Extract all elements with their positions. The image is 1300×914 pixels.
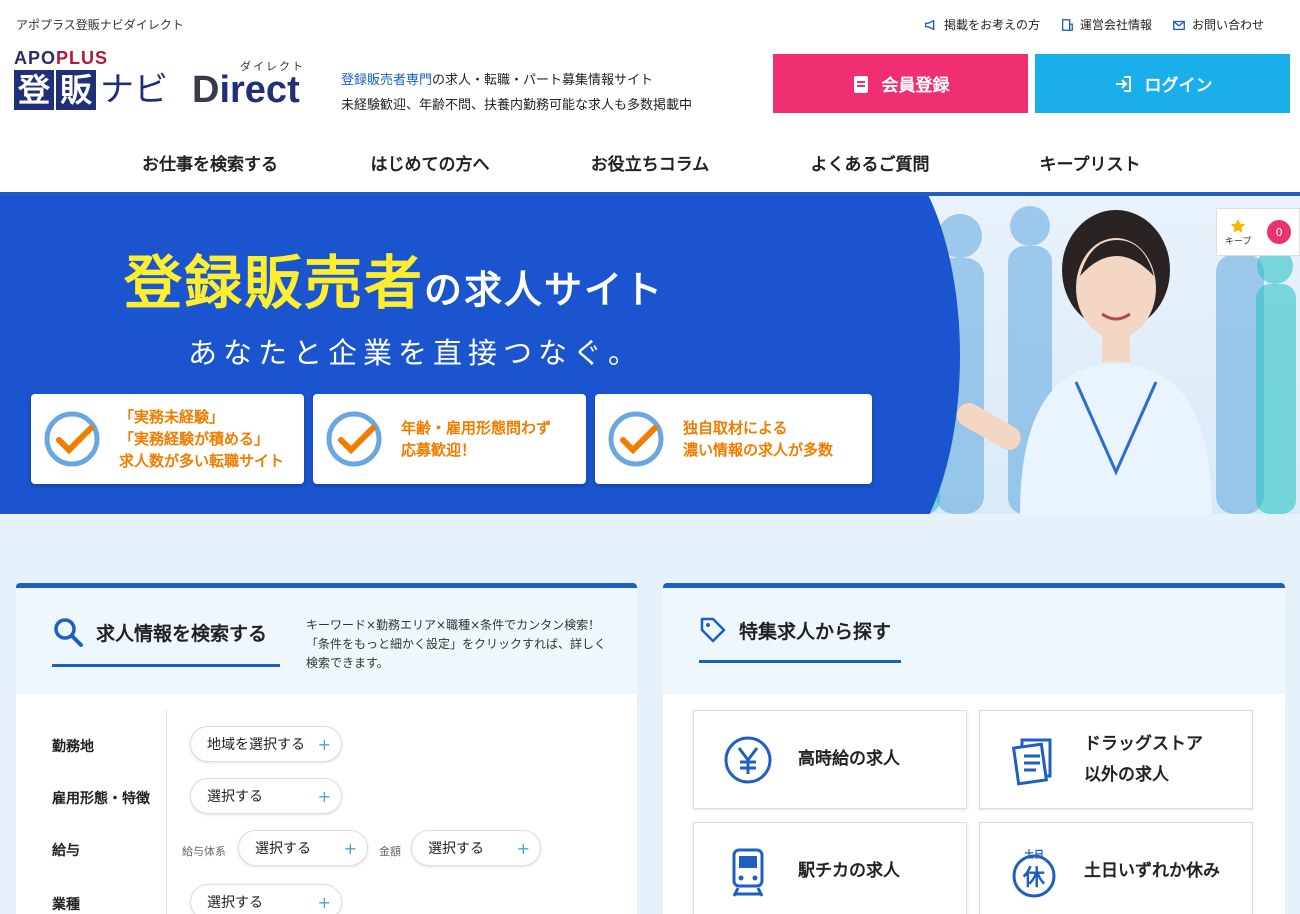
megaphone-icon <box>925 19 935 30</box>
star-icon <box>1230 218 1246 233</box>
featured-card-label: 高時給の求人 <box>798 749 900 769</box>
hero-subtitle: あなたと企業を直接つなぐ。 <box>188 336 644 370</box>
featured-panel-title: 特集求人から探す <box>699 616 901 663</box>
featured-card-weekend-off[interactable]: 土日 休 土日いずれか休み <box>979 822 1253 914</box>
top-link-advertise[interactable]: 掲載をお考えの方 <box>924 16 1040 33</box>
nav-item-keeplist[interactable]: キープリスト <box>980 150 1200 175</box>
hero-feature-text: 年齢・雇用形態問わず 応募歓迎！ <box>401 419 552 459</box>
check-circle-icon <box>326 411 382 467</box>
logo-navi: ナビ <box>100 70 168 110</box>
search-panel-description: キーワード×勤務エリア×職種×条件でカンタン検索！「条件をもっと細かく設定」をク… <box>306 618 607 670</box>
salary-type-select[interactable]: 選択する + <box>238 830 368 866</box>
nav-item-beginners[interactable]: はじめての方へ <box>320 150 540 175</box>
check-circle-icon <box>608 411 664 467</box>
mail-icon <box>1173 20 1185 30</box>
plus-icon: + <box>317 734 331 754</box>
featured-card-label: 駅チカの求人 <box>798 861 900 881</box>
top-link-label: 掲載をお考えの方 <box>943 18 1040 32</box>
plus-icon: + <box>317 892 331 912</box>
featured-card-high-wage[interactable]: 高時給の求人 <box>693 710 967 809</box>
hero-title: 登録販売者の求人サイト <box>124 249 665 317</box>
plus-icon: + <box>516 838 530 858</box>
site-logo[interactable]: APOPLUS 登販 ナビ ダイレクト Direct <box>14 48 324 116</box>
tag-icon <box>700 617 726 643</box>
hero-feature-card: 「実務未経験」 「実務経験が積める」 求人数が多い転職サイト <box>31 394 304 484</box>
featured-panel-header: 特集求人から探す <box>663 588 1285 694</box>
search-panel: 求人情報を検索する キーワード×勤務エリア×職種×条件でカンタン検索！「条件をも… <box>16 583 637 914</box>
nav-item-search[interactable]: お仕事を検索する <box>100 150 320 175</box>
yen-icon <box>724 736 772 783</box>
employment-label: 雇用形態・特徴 <box>52 791 150 807</box>
salary-type-label: 給与体系 <box>182 845 226 858</box>
train-icon <box>732 848 764 897</box>
register-button[interactable]: 会員登録 <box>773 54 1028 113</box>
svg-text:休: 休 <box>1022 866 1046 891</box>
industry-select[interactable]: 選択する + <box>190 884 342 914</box>
search-panel-title: 求人情報を検索する <box>52 616 280 667</box>
header-main: APOPLUS 登販 ナビ ダイレクト Direct 登録販売者専門の求人・転職… <box>0 48 1300 132</box>
form-divider <box>166 710 167 914</box>
logo-apoplus: APOPLUS <box>14 48 109 68</box>
nav-item-columns[interactable]: お役立ちコラム <box>540 150 760 175</box>
check-circle-icon <box>44 411 100 467</box>
top-link-label: 運営会社情報 <box>1079 18 1152 32</box>
search-panel-header: 求人情報を検索する キーワード×勤務エリア×職種×条件でカンタン検索！「条件をも… <box>16 588 637 694</box>
site-description: 登録販売者専門の求人・転職・パート募集情報サイト 未経験歓迎、年齢不問、扶養内勤… <box>341 73 693 113</box>
site-tagline: アポプラス登販ナビダイレクト <box>16 18 184 32</box>
building-icon <box>1061 18 1073 31</box>
hero-feature-text: 独自取材による 濃い情報の求人が多数 <box>683 419 834 459</box>
featured-card-label: 土日いずれか休み <box>1084 861 1220 881</box>
login-icon <box>1115 75 1131 92</box>
keep-count-badge: 0 <box>1267 220 1292 244</box>
employment-select[interactable]: 選択する + <box>190 778 342 814</box>
featured-card-non-drugstore[interactable]: ドラッグストア 以外の求人 <box>979 710 1253 809</box>
salary-label: 給与 <box>52 843 80 859</box>
plus-icon: + <box>317 786 331 806</box>
area-label: 勤務地 <box>52 739 94 755</box>
plus-icon: + <box>343 838 357 858</box>
salary-amount-select[interactable]: 選択する + <box>411 830 541 866</box>
search-icon <box>54 618 83 647</box>
salary-amount-label: 金額 <box>379 845 401 858</box>
hero-banner[interactable]: 登録販売者の求人サイト あなたと企業を直接つなぐ。 「実務未経験」 「実務経験が積… <box>0 196 1300 514</box>
document-icon <box>1011 738 1052 785</box>
featured-card-label: ドラッグストア 以外の求人 <box>1084 733 1203 785</box>
featured-card-near-station[interactable]: 駅チカの求人 <box>693 822 967 914</box>
lower-section: 求人情報を検索する キーワード×勤務エリア×職種×条件でカンタン検索！「条件をも… <box>0 514 1300 914</box>
keep-widget[interactable]: キープ 0 <box>1216 208 1300 256</box>
global-nav: お仕事を検索する はじめての方へ お役立ちコラム よくあるご質問 キープリスト <box>0 132 1300 196</box>
logo-kanji: 登販 <box>14 70 96 110</box>
login-button[interactable]: ログイン <box>1035 54 1290 113</box>
hero-feature-card: 年齢・雇用形態問わず 応募歓迎！ <box>313 394 586 484</box>
industry-label: 業種 <box>52 897 80 913</box>
featured-panel: 特集求人から探す 高時給の求人 ドラッグストア 以外の求人 駅チカの求人 土日 休… <box>663 583 1285 914</box>
hero-feature-card: 独自取材による 濃い情報の求人が多数 <box>595 394 872 484</box>
nav-item-faq[interactable]: よくあるご質問 <box>760 150 980 175</box>
top-link-company[interactable]: 運営会社情報 <box>1060 16 1152 33</box>
weekend-holiday-icon: 土日 休 <box>1012 848 1056 897</box>
area-select[interactable]: 地域を選択する + <box>190 726 342 762</box>
top-link-label: お問い合わせ <box>1191 18 1264 32</box>
hero-feature-text: 「実務未経験」 「実務経験が積める」 求人数が多い転職サイト <box>119 408 285 470</box>
top-link-contact[interactable]: お問い合わせ <box>1172 16 1264 33</box>
top-bar: アポプラス登販ナビダイレクト 掲載をお考えの方 運営会社情報 お問い合わせ <box>0 0 1300 48</box>
clipboard-icon <box>853 75 868 93</box>
top-links: 掲載をお考えの方 運営会社情報 お問い合わせ <box>924 16 1264 33</box>
svg-text:土日: 土日 <box>1024 848 1044 861</box>
logo-direct: Direct <box>192 69 300 111</box>
keep-star: キープ <box>1225 218 1251 247</box>
